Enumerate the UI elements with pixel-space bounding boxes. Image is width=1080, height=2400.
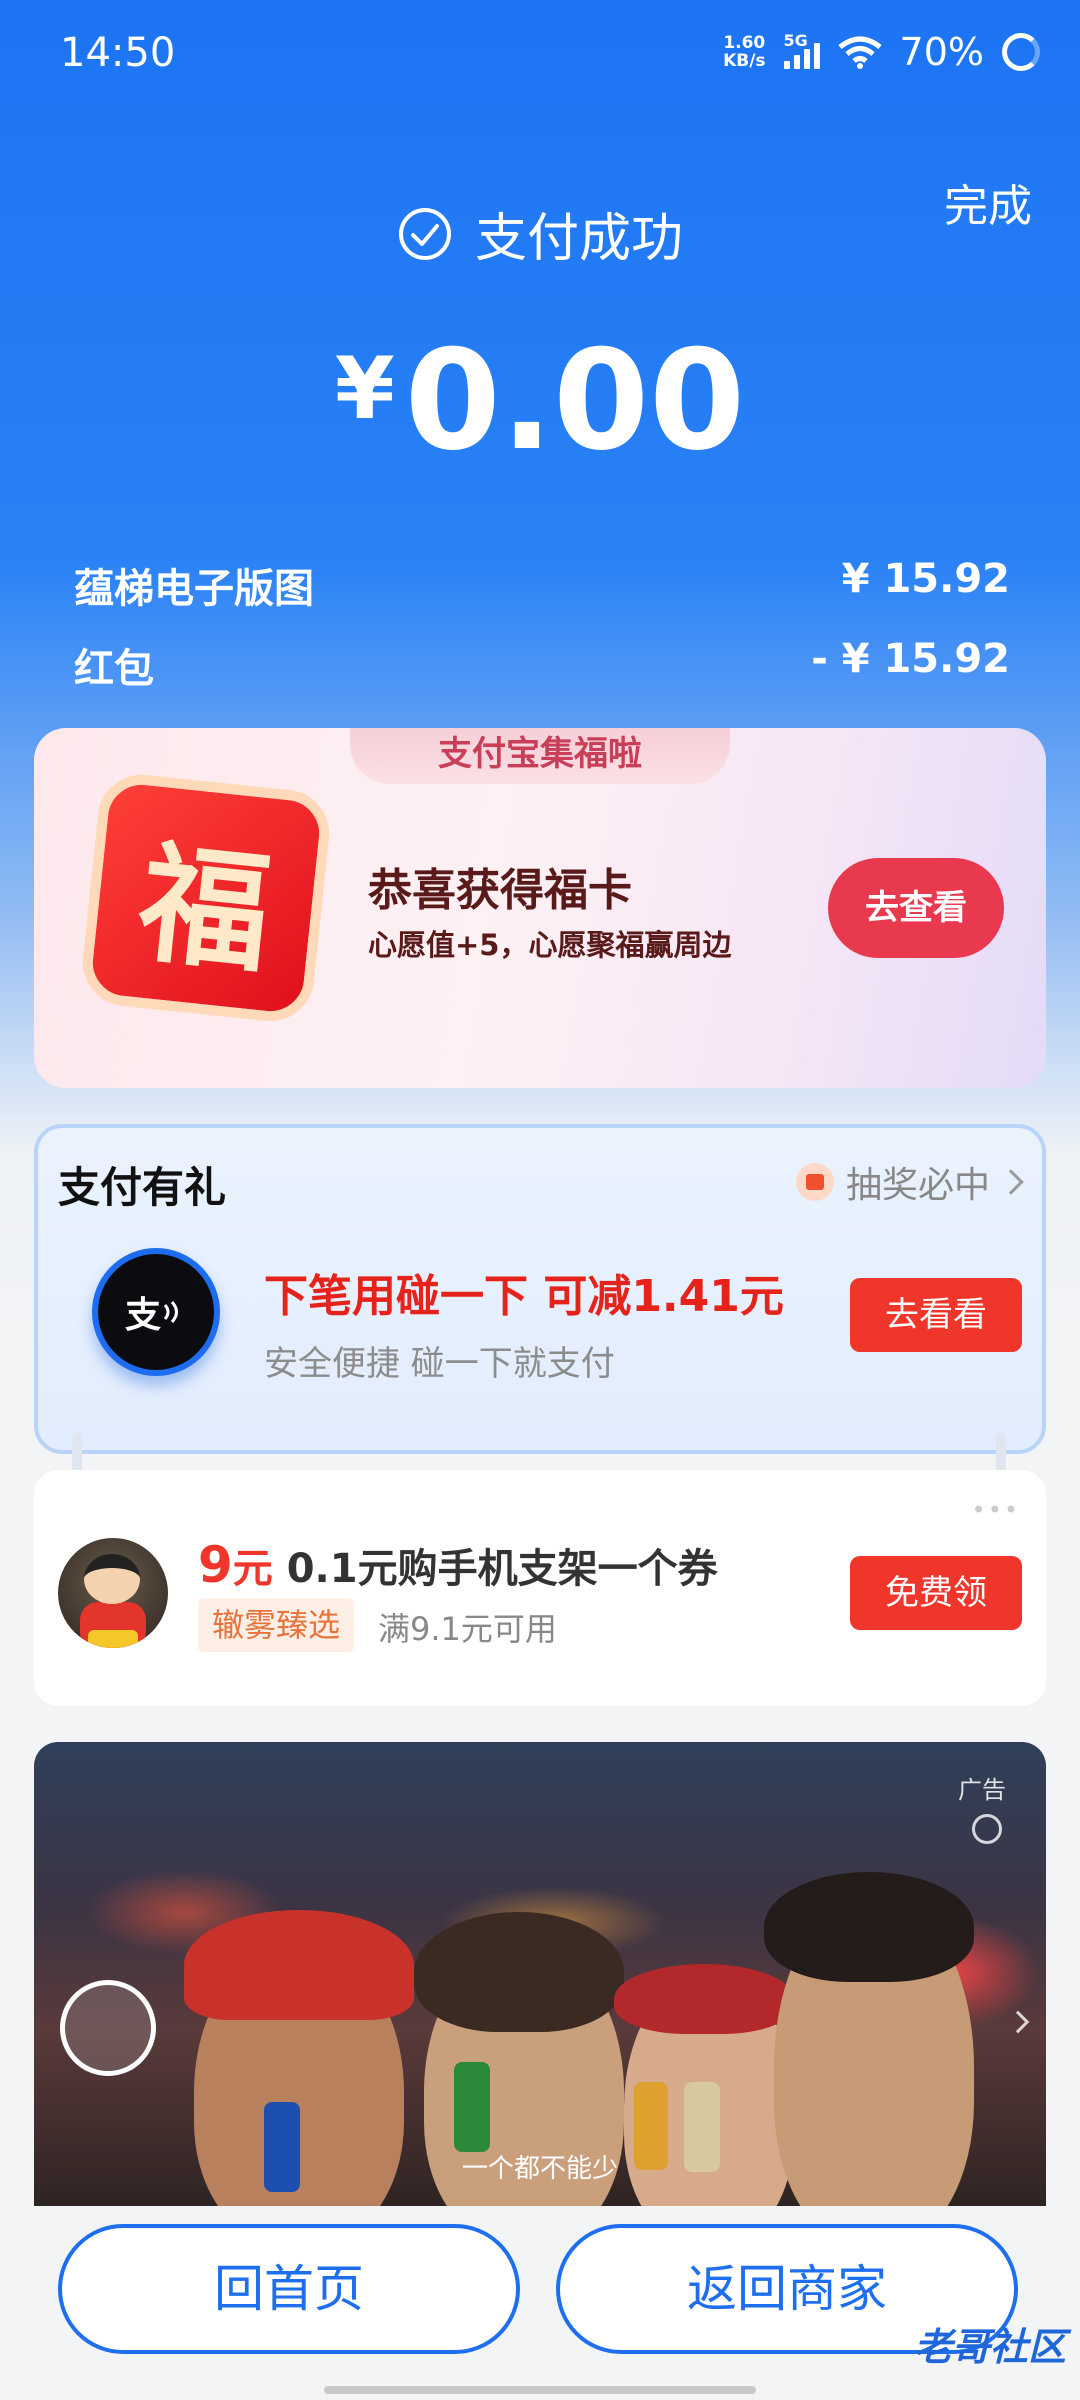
view-fu-button[interactable]: 去查看 bbox=[828, 858, 1004, 958]
ad-can bbox=[454, 2062, 490, 2152]
ad-label[interactable]: 广告 bbox=[958, 1770, 1006, 1805]
signal-bar bbox=[783, 61, 790, 69]
signal-bar bbox=[793, 55, 800, 69]
more-options-icon[interactable]: ••• bbox=[972, 1496, 1020, 1524]
net-speed: 1.60 KB/s bbox=[723, 34, 765, 70]
chevron-right-icon[interactable] bbox=[1006, 2010, 1030, 2034]
wifi-icon bbox=[837, 36, 882, 69]
currency-symbol: ¥ bbox=[334, 339, 395, 439]
ad-hair bbox=[764, 1872, 974, 1982]
status-time: 14:50 bbox=[60, 30, 176, 76]
chevron-right-icon bbox=[998, 1169, 1024, 1195]
line-item-value: ¥ 15.92 bbox=[841, 556, 1010, 602]
gift-offer-subtitle: 安全便捷 碰一下就支付 bbox=[264, 1344, 615, 1384]
network-type: 5G bbox=[783, 31, 808, 50]
merchant-tag: 辙雾臻选 bbox=[198, 1598, 355, 1652]
watermark: 老哥社区 bbox=[913, 2325, 1066, 2369]
ad-hat bbox=[184, 1910, 414, 2020]
tap-pay-logo: 支 bbox=[92, 1248, 220, 1376]
battery-icon bbox=[1002, 33, 1040, 71]
fu-card-tab: 支付宝集福啦 bbox=[350, 728, 730, 784]
net-speed-unit: KB/s bbox=[723, 51, 766, 71]
coupon-condition: 满9.1元可用 bbox=[378, 1610, 557, 1648]
coupon-title: 9元 0.1元购手机支架一个券 bbox=[198, 1536, 718, 1594]
coupon-price-number: 9 bbox=[198, 1536, 233, 1594]
merchant-avatar bbox=[58, 1538, 168, 1648]
gift-offer-title: 下笔用碰一下 可减1.41元 bbox=[264, 1271, 784, 1322]
payment-gift-card: 支付有礼 抽奖必中 支 下笔用碰一下 可减1.41元 安全便捷 碰一下就支付 去… bbox=[34, 1124, 1046, 1454]
coupon-price: 9元 bbox=[198, 1536, 273, 1594]
status-bar-indicators: 1.60 KB/s 5G 70% bbox=[723, 30, 1040, 74]
claim-coupon-button[interactable]: 免费领 bbox=[850, 1556, 1022, 1630]
fu-card-title: 恭喜获得福卡 bbox=[368, 865, 632, 916]
lottery-link[interactable]: 抽奖必中 bbox=[795, 1156, 1024, 1208]
home-button[interactable]: 回首页 bbox=[58, 2224, 520, 2354]
fu-card-icon: 福 bbox=[78, 770, 334, 1026]
line-item-order: 蕴梯电子版图 ¥ 15.92 bbox=[74, 556, 1010, 614]
fu-card[interactable]: 支付宝集福啦 福 恭喜获得福卡 心愿值+5，心愿聚福赢周边 去查看 bbox=[34, 728, 1046, 1088]
ad-play-circle[interactable] bbox=[60, 1980, 156, 2076]
net-speed-value: 1.60 bbox=[723, 33, 766, 53]
payment-amount: ¥0.00 bbox=[0, 320, 1080, 481]
signal-icon: 5G bbox=[783, 31, 820, 69]
ad-hat bbox=[614, 1964, 794, 2034]
lottery-label: 抽奖必中 bbox=[845, 1165, 990, 1206]
fu-card-subtitle: 心愿值+5，心愿聚福赢周边 bbox=[368, 928, 732, 962]
bottom-bar: 回首页 返回商家 老哥社区 bbox=[0, 2206, 1080, 2400]
line-item-value: - ¥ 15.92 bbox=[811, 636, 1010, 682]
check-circle-icon bbox=[398, 207, 451, 260]
line-item-label: 蕴梯电子版图 bbox=[74, 566, 314, 612]
gift-box-icon bbox=[795, 1163, 834, 1201]
signal-bar bbox=[813, 43, 820, 69]
signal-bar bbox=[803, 49, 810, 69]
tap-pay-logo-text: 支 bbox=[124, 1295, 161, 1336]
ad-hair bbox=[414, 1912, 624, 2032]
ad-banner[interactable]: 广告 一个都不能少 bbox=[34, 1742, 1046, 2222]
coupon-card[interactable]: ••• 9元 0.1元购手机支架一个券 辙雾臻选 满9.1元可用 免费领 bbox=[34, 1470, 1046, 1706]
amount-value: 0.00 bbox=[404, 320, 746, 481]
payment-success-header: 支付成功 bbox=[0, 196, 1080, 271]
gift-card-title: 支付有礼 bbox=[58, 1163, 227, 1212]
success-label: 支付成功 bbox=[474, 209, 683, 269]
ad-subtitle: 一个都不能少 bbox=[461, 2154, 618, 2184]
battery-level: 70% bbox=[899, 30, 984, 74]
coupon-price-unit: 元 bbox=[232, 1546, 273, 1592]
line-item-redpacket: 红包 - ¥ 15.92 bbox=[74, 636, 1010, 694]
line-item-label: 红包 bbox=[74, 646, 154, 692]
home-indicator[interactable] bbox=[324, 2386, 756, 2394]
mute-icon[interactable] bbox=[972, 1814, 1002, 1844]
nfc-waves-icon bbox=[163, 1300, 178, 1324]
view-offer-button[interactable]: 去看看 bbox=[850, 1278, 1022, 1352]
coupon-title-text: 0.1元购手机支架一个券 bbox=[272, 1546, 718, 1592]
